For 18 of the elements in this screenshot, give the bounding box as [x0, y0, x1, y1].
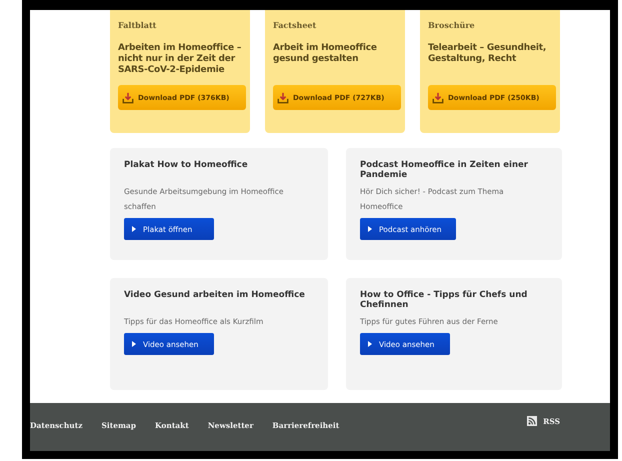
play-icon: [132, 341, 136, 347]
teaser-title: Video Gesund arbeiten im Homeoffice: [124, 290, 306, 302]
download-icon: [122, 92, 134, 104]
play-icon: [132, 226, 136, 232]
document-type: Factsheet: [273, 20, 318, 30]
document-type: Faltblatt: [118, 20, 158, 30]
teaser-title: How to Office - Tipps für Chefs und Chefinnen: [360, 290, 528, 310]
rss-icon: [527, 416, 538, 426]
download-icon: [432, 92, 444, 104]
play-icon: [368, 341, 372, 347]
download-icon: [277, 92, 289, 104]
teaser-title: Podcast Homeoffice in Zeiten einer Pandemie: [360, 160, 529, 180]
document-type: Broschüre: [428, 20, 476, 30]
play-icon: [368, 226, 372, 232]
document-title: Telearbeit – Gesundheit, Gestaltung, Recht: [428, 43, 548, 66]
document-title: Arbeiten im Homeoffice – nicht nur in der Zeit der SARS-CoV-2-Epidemie: [118, 43, 242, 77]
teaser-title: Plakat How to Homeoffice: [124, 160, 249, 172]
document-title: Arbeit im Homeoffice gesund gestalten: [273, 43, 378, 66]
